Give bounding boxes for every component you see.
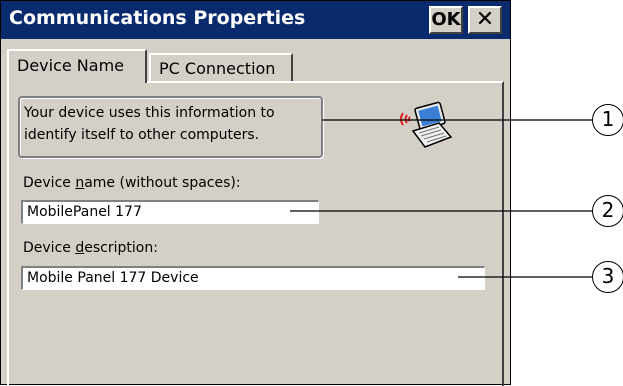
tab-device-name[interactable]: Device Name — [7, 49, 147, 83]
callout-1: 1 — [592, 104, 623, 136]
callout-2: 2 — [592, 195, 623, 227]
callout-3: 3 — [592, 261, 623, 293]
